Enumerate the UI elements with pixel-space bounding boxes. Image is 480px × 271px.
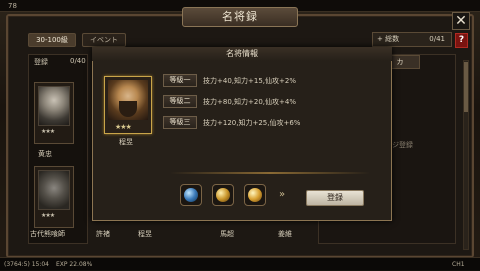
location-time: (3764:5) 15:04 — [4, 261, 49, 268]
double-arrow-icon: » — [279, 189, 286, 200]
hero-name[interactable]: 姜維 — [278, 229, 292, 239]
hero-portrait — [38, 86, 70, 126]
gold-coin-icon — [248, 188, 262, 202]
game-scene: 78 名将録 ✕ ? 30-100級 イベント + 総数 0/41 登録 0/4… — [0, 0, 480, 270]
total-value: 0/41 — [429, 35, 445, 43]
hero-name[interactable]: 馬超 — [220, 229, 234, 239]
hero-card-name: 黄忠 — [38, 150, 52, 158]
tab-30-100[interactable]: 30-100級 — [28, 33, 76, 47]
dialog-title: 名将情報 — [92, 47, 392, 61]
window-title: 名将録 — [182, 7, 298, 27]
register-button[interactable]: 登録 — [306, 190, 364, 206]
tab-event[interactable]: イベント — [82, 33, 126, 47]
total-counter: + 総数 0/41 — [372, 32, 452, 47]
blue-orb-icon — [184, 188, 198, 202]
hero-portrait — [38, 170, 70, 210]
close-button[interactable]: ✕ — [452, 12, 470, 30]
gold-coin-item[interactable] — [244, 184, 266, 206]
gold-orb-icon — [216, 188, 230, 202]
hero-card[interactable]: ★★★ — [34, 82, 74, 144]
channel-label: CH1 — [452, 261, 465, 268]
hero-stars: ★★★ — [115, 123, 132, 131]
level-2-button[interactable]: 等級二 — [163, 95, 197, 108]
gold-orb-item[interactable] — [212, 184, 234, 206]
hero-name-label: 程昱 — [119, 138, 133, 146]
registered-label: 登録 — [34, 58, 48, 66]
divider — [170, 172, 370, 174]
star-rating: ★★★ — [41, 212, 55, 219]
hero-name[interactable]: 程昱 — [138, 229, 152, 239]
level-1-effect: 技力+40,知力+15,仙攻+2% — [203, 77, 296, 85]
exp-percent: EXP 22.08% — [56, 261, 93, 268]
star-rating: ★★★ — [41, 128, 55, 135]
right-panel-text: ジ登録 — [392, 141, 413, 149]
hero-portrait-large: ★★★ — [104, 76, 152, 134]
blue-orb-item[interactable] — [180, 184, 202, 206]
hero-name[interactable]: 許褚 — [96, 229, 110, 239]
help-button[interactable]: ? — [455, 33, 468, 48]
level-1-button[interactable]: 等級一 — [163, 74, 197, 87]
registered-count: 0/40 — [70, 57, 86, 65]
scrollbar-thumb[interactable] — [464, 62, 468, 112]
hero-name[interactable]: 古代熊喰師 — [30, 229, 65, 239]
hero-card[interactable]: ★★★ — [34, 166, 74, 228]
level-2-effect: 技力+80,知力+20,仙攻+4% — [203, 98, 296, 106]
bottom-status-bar: (3764:5) 15:04 EXP 22.08% CH1 — [0, 257, 480, 270]
level-3-effect: 技力+120,知力+25,仙攻+6% — [203, 119, 301, 127]
player-level: 78 — [8, 2, 17, 10]
level-3-button[interactable]: 等級三 — [163, 116, 197, 129]
total-label: + 総数 — [377, 35, 400, 43]
